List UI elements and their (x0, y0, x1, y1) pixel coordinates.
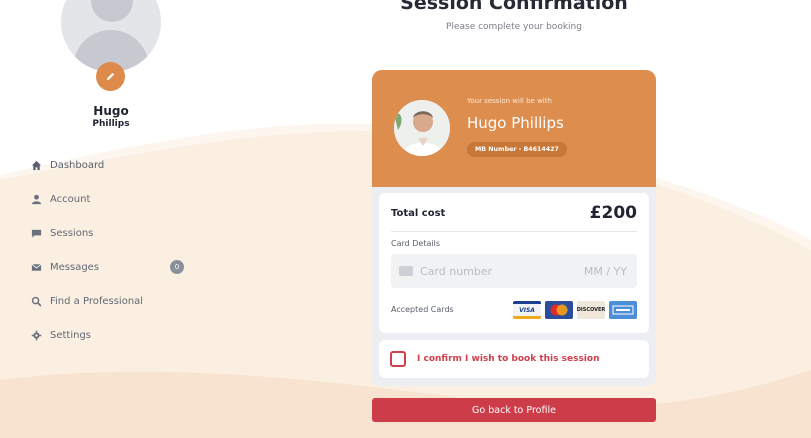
sidebar-item-find-a-professional[interactable]: Find a Professional (30, 284, 190, 318)
pencil-icon (106, 72, 115, 81)
sidebar-item-account[interactable]: Account (30, 182, 190, 216)
total-cost-value: £200 (589, 203, 637, 223)
profile-last-name: Phillips (92, 119, 130, 129)
sidebar-item-label: Account (50, 193, 91, 205)
professional-header: Your session will be with Hugo Phillips … (372, 70, 656, 187)
mastercard-logo (545, 301, 573, 319)
confirm-label: I confirm I wish to book this session (417, 354, 600, 364)
sidebar-item-label: Find a Professional (50, 295, 144, 307)
home-icon (30, 159, 42, 171)
sidebar-item-label: Dashboard (50, 159, 105, 171)
amex-logo (609, 301, 637, 319)
chat-icon (30, 227, 42, 239)
confirm-checkbox[interactable] (390, 351, 406, 367)
expiry-placeholder: MM / YY (583, 265, 627, 278)
card-details-label: Card Details (391, 239, 440, 248)
credit-card-icon (399, 266, 413, 276)
go-back-to-profile-button[interactable]: Go back to Profile (372, 398, 656, 422)
sidebar-item-label: Settings (50, 329, 92, 341)
sidebar-item-settings[interactable]: Settings (30, 318, 190, 352)
booking-card: Your session will be with Hugo Phillips … (372, 70, 656, 386)
sidebar-item-messages[interactable]: Messages 0 (30, 250, 190, 284)
gear-icon (30, 329, 42, 341)
profile-first-name: Hugo (93, 104, 129, 118)
card-number-input[interactable]: Card number MM / YY (391, 254, 637, 288)
user-icon (30, 193, 42, 205)
sidebar: Hugo Phillips Dashboard Account Sessions… (0, 0, 230, 438)
professional-name: Hugo Phillips (467, 114, 564, 132)
divider (391, 231, 637, 232)
accepted-cards-label: Accepted Cards (391, 305, 454, 314)
edit-avatar-button[interactable] (96, 62, 125, 91)
mb-number-badge: MB Number - B4614427 (467, 142, 567, 157)
professional-photo (394, 100, 450, 156)
mail-icon (30, 261, 42, 273)
discover-logo: DISCOVER (577, 301, 605, 319)
session-with-text: Your session will be with (467, 97, 552, 105)
payment-panel: Total cost £200 Card Details Card number… (379, 193, 649, 333)
accepted-card-logos: VISA DISCOVER (513, 301, 637, 319)
sidebar-item-dashboard[interactable]: Dashboard (30, 148, 190, 182)
page-title: Session Confirmation (400, 0, 628, 14)
sidebar-item-label: Messages (50, 261, 100, 273)
search-icon (30, 295, 42, 307)
sidebar-item-sessions[interactable]: Sessions (30, 216, 190, 250)
sidebar-nav: Dashboard Account Sessions Messages 0 Fi… (30, 148, 190, 352)
visa-logo: VISA (513, 301, 541, 319)
sidebar-item-label: Sessions (50, 227, 94, 239)
messages-count-badge: 0 (170, 260, 184, 274)
total-cost-label: Total cost (391, 208, 446, 219)
page-subtitle: Please complete your booking (446, 22, 582, 32)
confirm-booking-row[interactable]: I confirm I wish to book this session (379, 340, 649, 378)
card-number-placeholder: Card number (420, 265, 493, 278)
